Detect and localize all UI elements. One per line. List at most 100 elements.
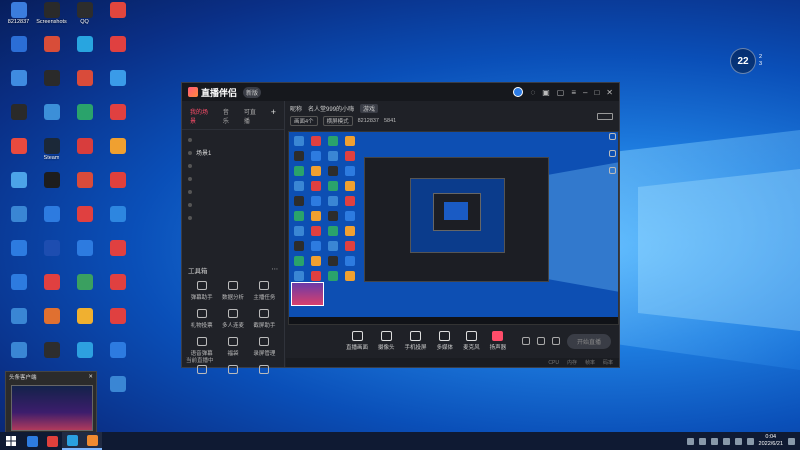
version-badge[interactable]: 新版 [243,86,262,98]
tool-item[interactable]: 语音弹幕 [186,337,217,357]
live-preview[interactable] [288,131,619,325]
camera-button[interactable]: 摄像头 [378,331,395,351]
desktop-icon[interactable] [2,70,35,104]
desktop-icon[interactable] [101,2,134,36]
desktop-icon[interactable] [2,308,35,342]
popup-thumbnail[interactable] [11,385,93,431]
close-icon[interactable]: ✕ [88,374,93,380]
taskbar-browser-icon[interactable] [62,432,82,450]
desktop-icon[interactable] [101,308,134,342]
desktop-icon[interactable] [2,172,35,206]
desktop-icon[interactable] [2,138,35,172]
tool-item[interactable]: 弹幕助手 [186,281,217,301]
pk-icon[interactable] [536,337,545,345]
maximize-icon[interactable]: □ [594,88,599,97]
scene-item-1[interactable]: 场景1 [188,146,278,159]
media-button[interactable]: 多媒体 [437,331,453,351]
add-source-icon[interactable] [609,150,616,157]
category-tag[interactable]: 游戏 [360,103,379,113]
tool-item[interactable]: 福袋 [217,337,248,357]
stream-count-button[interactable]: 画面4个 [290,116,318,126]
desktop-icon[interactable] [101,36,134,70]
tool-item[interactable]: 多人连麦 [217,309,248,329]
weather-widget[interactable]: 22 2 3 [730,47,782,75]
desktop-icon[interactable] [101,206,134,240]
screen-capture-button[interactable]: 直播画面 [346,331,368,351]
taskbar-app-icon[interactable] [42,432,62,450]
desktop-icon[interactable] [68,308,101,342]
clock[interactable]: 0:04 2022/6/21 [759,434,783,448]
tool-item[interactable] [249,365,280,377]
desktop-icon[interactable] [2,240,35,274]
minimize-icon[interactable]: – [583,88,587,97]
desktop-icon[interactable] [35,70,68,104]
desktop-icon[interactable]: 8212837 [2,2,35,36]
desktop-icon[interactable] [68,138,101,172]
desktop-icon[interactable] [2,274,35,308]
go-live-button[interactable]: 开始直播 [566,333,611,349]
desktop-icon[interactable] [68,172,101,206]
chat-icon[interactable]: ▢ [557,88,565,97]
taskbar-security-icon[interactable] [22,432,42,450]
windows-start-icon[interactable] [0,432,22,450]
gear-icon[interactable] [551,337,560,345]
tool-item[interactable]: 录屏管理 [249,337,280,357]
network-icon[interactable] [734,437,742,445]
tool-item[interactable]: 礼物投票 [186,309,217,329]
tray-icon[interactable] [710,437,718,445]
scene-item[interactable] [188,185,278,198]
desktop-icon[interactable] [2,36,35,70]
tray-icon[interactable] [686,437,694,445]
desktop-icon[interactable] [35,206,68,240]
notification-icon[interactable] [788,437,795,445]
tab-live[interactable]: 可直播 [244,107,262,125]
tray-icon[interactable] [698,437,706,445]
desktop-icon[interactable] [101,342,134,376]
tool-item[interactable]: 数据分析 [217,281,248,301]
desktop-icon[interactable] [101,376,134,410]
desktop-icon[interactable] [68,104,101,138]
desktop-icon[interactable] [35,104,68,138]
tool-item[interactable] [186,365,217,377]
scene-item[interactable] [188,172,278,185]
close-icon[interactable]: ✕ [606,88,613,97]
scene-item[interactable] [188,211,278,224]
tool-item[interactable]: 主播任务 [249,281,280,301]
record-icon[interactable] [521,337,530,345]
add-scene-icon[interactable]: + [271,107,276,125]
tool-item[interactable] [217,365,248,377]
desktop-icon[interactable] [35,274,68,308]
desktop-icon[interactable] [68,70,101,104]
taskbar-live-app-icon[interactable] [82,432,102,450]
more-icon[interactable]: ⋯ [272,265,279,275]
tray-icon[interactable] [722,437,730,445]
desktop-icon[interactable] [35,172,68,206]
mode-select[interactable]: 横屏模式 [322,116,353,126]
phone-cast-button[interactable]: 手机投屏 [405,331,427,351]
scene-item[interactable] [188,198,278,211]
tab-scenes[interactable]: 我的场景 [190,107,214,125]
mic-button[interactable]: 麦克风 [463,331,480,351]
desktop-icon[interactable]: Steam [35,138,68,172]
tab-music[interactable]: 音乐 [223,107,235,125]
toggle-icon[interactable] [597,113,613,120]
volume-icon[interactable] [746,437,754,445]
desktop-icon[interactable] [35,308,68,342]
desktop-icon[interactable] [35,36,68,70]
desktop-icon[interactable] [101,70,134,104]
desktop-icon[interactable] [101,240,134,274]
desktop-icon[interactable] [101,138,134,172]
scene-item[interactable] [188,133,278,146]
desktop-icon[interactable] [101,104,134,138]
desktop-icon[interactable]: QQ [68,2,101,36]
settings-icon[interactable] [609,167,616,174]
headset-icon[interactable]: ◌ [530,88,535,97]
desktop-icon[interactable] [2,104,35,138]
desktop-icon[interactable] [101,274,134,308]
desktop-icon[interactable] [68,206,101,240]
speaker-button[interactable]: 扬声器 [490,331,506,351]
gift-icon[interactable]: ▣ [542,88,550,97]
menu-icon[interactable]: ≡ [571,88,576,97]
scene-item[interactable] [188,159,278,172]
desktop-icon[interactable] [68,274,101,308]
